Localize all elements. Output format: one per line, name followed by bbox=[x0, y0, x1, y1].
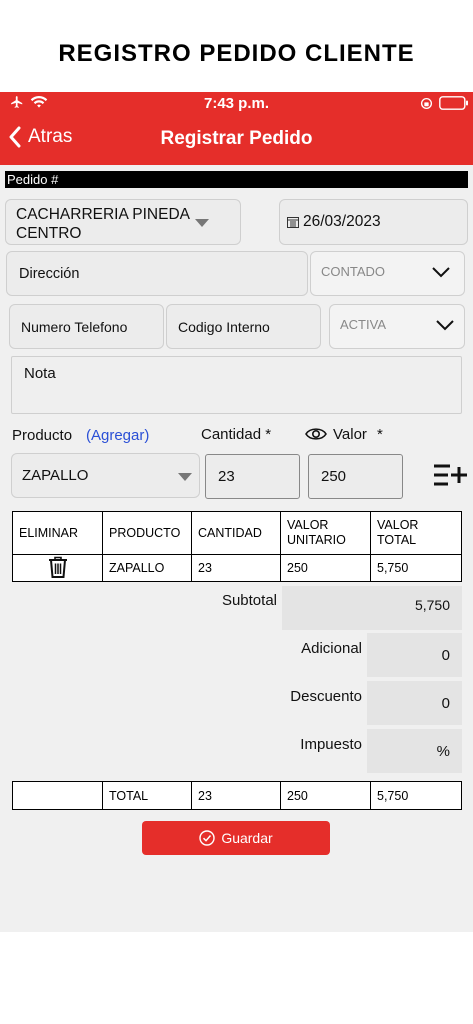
codigo-interno-field[interactable]: Codigo Interno bbox=[166, 304, 321, 349]
totals-row: TOTAL 23 250 5,750 bbox=[12, 781, 462, 810]
dropdown-triangle-icon bbox=[178, 473, 192, 481]
header-producto: PRODUCTO bbox=[102, 511, 192, 555]
direccion-placeholder: Dirección bbox=[19, 265, 80, 282]
page-heading: REGISTRO PEDIDO CLIENTE bbox=[58, 40, 415, 67]
adicional-label: Adicional bbox=[301, 640, 362, 657]
nota-placeholder: Nota bbox=[24, 365, 56, 382]
table-row: ZAPALLO 23 250 5,750 bbox=[12, 554, 462, 582]
header-valor-unitario: VALOR UNITARIO bbox=[280, 511, 371, 555]
producto-label: Producto bbox=[12, 427, 73, 444]
product-select[interactable]: ZAPALLO bbox=[11, 453, 200, 498]
codigo-interno-placeholder: Codigo Interno bbox=[178, 318, 270, 335]
valor-input-value: 250 bbox=[321, 468, 347, 485]
nota-textarea[interactable]: Nota bbox=[11, 356, 462, 414]
payment-select-value: CONTADO bbox=[321, 264, 386, 279]
orientation-lock-icon bbox=[420, 97, 433, 109]
status-time: 7:43 p.m. bbox=[203, 95, 270, 112]
totals-label: TOTAL bbox=[102, 781, 192, 810]
date-value: 26/03/2023 bbox=[303, 213, 381, 230]
client-select[interactable]: CACHARRERIA PINEDA CENTRO bbox=[5, 199, 241, 245]
totals-valor-total: 5,750 bbox=[370, 781, 462, 810]
chevron-down-icon bbox=[436, 320, 454, 331]
table-header-row: ELIMINAR PRODUCTO CANTIDAD VALOR UNITARI… bbox=[12, 511, 462, 555]
adicional-input[interactable]: 0 bbox=[367, 633, 462, 677]
cantidad-input[interactable]: 23 bbox=[205, 454, 300, 499]
descuento-label: Descuento bbox=[290, 688, 362, 705]
cantidad-input-value: 23 bbox=[218, 468, 235, 485]
chevron-down-icon bbox=[432, 267, 450, 278]
save-button-label: Guardar bbox=[221, 830, 273, 846]
direccion-field[interactable]: Dirección bbox=[6, 251, 308, 296]
product-select-value: ZAPALLO bbox=[22, 467, 89, 484]
telefono-placeholder: Numero Telefono bbox=[21, 318, 128, 335]
add-to-list-icon[interactable] bbox=[432, 463, 468, 487]
items-table: ELIMINAR PRODUCTO CANTIDAD VALOR UNITARI… bbox=[12, 511, 462, 582]
valor-input[interactable]: 250 bbox=[308, 454, 403, 499]
eye-icon[interactable] bbox=[305, 426, 327, 442]
row-valor-unitario: 250 bbox=[280, 554, 371, 582]
totals-cantidad: 23 bbox=[191, 781, 281, 810]
calendar-icon bbox=[287, 217, 299, 228]
check-circle-icon bbox=[199, 830, 216, 846]
telefono-field[interactable]: Numero Telefono bbox=[9, 304, 164, 349]
header-valor-total: VALOR TOTAL bbox=[370, 511, 462, 555]
impuesto-input[interactable]: % bbox=[367, 729, 462, 773]
totals-empty-cell bbox=[12, 781, 103, 810]
status-select-value: ACTIVA bbox=[340, 317, 386, 332]
save-button[interactable]: Guardar bbox=[142, 821, 330, 855]
battery-icon bbox=[439, 96, 468, 110]
date-field[interactable]: 26/03/2023 bbox=[279, 199, 468, 245]
header-cantidad: CANTIDAD bbox=[191, 511, 281, 555]
delete-cell bbox=[12, 554, 103, 582]
payment-select[interactable]: CONTADO bbox=[310, 251, 465, 296]
cantidad-label: Cantidad * bbox=[201, 426, 272, 443]
impuesto-label: Impuesto bbox=[300, 736, 362, 753]
dropdown-triangle-icon bbox=[195, 219, 209, 227]
valor-label: Valor bbox=[333, 426, 367, 443]
header-eliminar: ELIMINAR bbox=[12, 511, 103, 555]
nav-title: Registrar Pedido bbox=[160, 128, 313, 149]
client-select-line1: CACHARRERIA PINEDA bbox=[16, 206, 190, 223]
agregar-link[interactable]: (Agregar) bbox=[86, 427, 149, 444]
totals-valor-unitario: 250 bbox=[280, 781, 371, 810]
status-right bbox=[420, 96, 469, 110]
status-select[interactable]: ACTIVA bbox=[329, 304, 465, 349]
row-producto: ZAPALLO bbox=[102, 554, 192, 582]
totals-table: TOTAL 23 250 5,750 bbox=[12, 781, 462, 810]
subtotal-value: 5,750 bbox=[282, 586, 462, 630]
row-cantidad: 23 bbox=[191, 554, 281, 582]
valor-required-mark: * bbox=[377, 426, 383, 443]
trash-icon[interactable] bbox=[48, 556, 68, 578]
pedido-number-bar: Pedido # bbox=[5, 171, 468, 188]
row-valor-total: 5,750 bbox=[370, 554, 462, 582]
subtotal-label: Subtotal bbox=[221, 592, 277, 609]
descuento-input[interactable]: 0 bbox=[367, 681, 462, 725]
client-select-line2: CENTRO bbox=[16, 225, 82, 242]
